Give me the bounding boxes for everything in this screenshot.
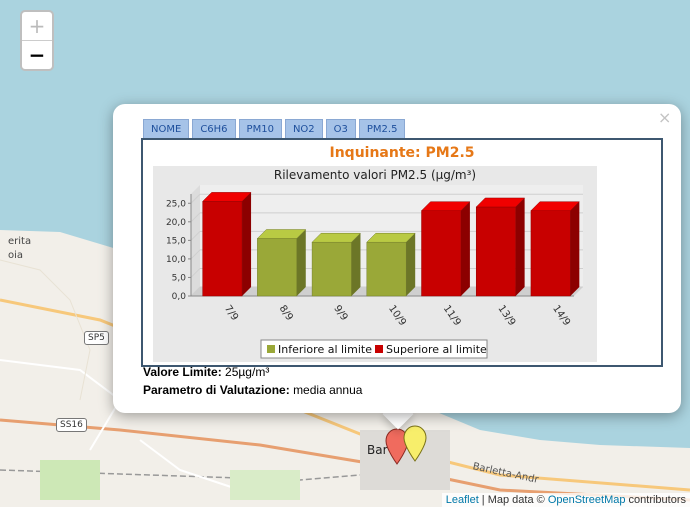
- pollutant-heading: Inquinante: PM2.5: [329, 145, 475, 161]
- parameter-label: Parametro di Valutazione:: [143, 383, 290, 397]
- bar-side: [570, 201, 580, 296]
- road-shield: SP5: [84, 331, 109, 345]
- legend-label: Superiore al limite: [386, 343, 487, 356]
- y-tick-label: 15,0: [166, 236, 186, 246]
- bar: [530, 210, 571, 297]
- bar: [421, 210, 462, 297]
- bar-side: [406, 233, 416, 296]
- osm-link[interactable]: OpenStreetMap: [548, 494, 626, 506]
- bar-side: [242, 192, 252, 296]
- zoom-in-button[interactable]: +: [22, 12, 52, 41]
- pollutant-tabs: NOME C6H6 PM10 NO2 O3 PM2.5: [143, 119, 408, 139]
- bar-side: [460, 201, 470, 296]
- tab-panel: Inquinante: PM2.5 Rilevamento valori PM2…: [141, 138, 663, 367]
- attribution-separator: | Map data ©: [478, 494, 548, 506]
- bar: [475, 206, 516, 297]
- bar: [311, 241, 352, 297]
- tab-pm10[interactable]: PM10: [238, 119, 282, 139]
- map-marker-yellow-icon[interactable]: [403, 425, 427, 463]
- tab-pm25[interactable]: PM2.5: [358, 119, 406, 139]
- parameter-value: media annua: [293, 383, 363, 397]
- limit-info: Valore Limite: 25µg/m³: [143, 365, 269, 379]
- legend-label: Inferiore al limite: [278, 343, 372, 356]
- limit-value: 25µg/m³: [225, 365, 270, 379]
- map-attribution: Leaflet | Map data © OpenStreetMap contr…: [441, 493, 690, 507]
- close-icon[interactable]: ×: [658, 108, 671, 127]
- bar: [257, 238, 298, 297]
- y-tick-label: 10,0: [166, 255, 186, 265]
- station-popup: × NOME C6H6 PM10 NO2 O3 PM2.5 Inquinante…: [113, 104, 681, 413]
- parameter-info: Parametro di Valutazione: media annua: [143, 383, 362, 397]
- tab-no2[interactable]: NO2: [284, 119, 323, 139]
- pm25-bar-chart: Rilevamento valori PM2.5 (µg/m³) 0,0 5,0 10…: [153, 166, 597, 362]
- legend-swatch: [375, 345, 383, 353]
- bar-side: [351, 233, 361, 296]
- limit-label: Valore Limite:: [143, 365, 222, 379]
- leaflet-link[interactable]: Leaflet: [446, 494, 479, 506]
- bar: [202, 201, 243, 297]
- chart-title: Rilevamento valori PM2.5 (µg/m³): [274, 168, 476, 182]
- bar: [366, 241, 407, 297]
- tab-nome[interactable]: NOME: [143, 119, 190, 139]
- zoom-out-button[interactable]: −: [22, 41, 52, 69]
- road-shield: SS16: [56, 418, 87, 432]
- place-label: erita: [8, 236, 32, 247]
- y-tick-label: 20,0: [166, 218, 186, 228]
- attribution-suffix: contributors: [625, 494, 686, 506]
- y-tick-label: 5,0: [172, 273, 187, 283]
- bar-side: [296, 229, 306, 296]
- y-tick-label: 25,0: [166, 199, 186, 209]
- zoom-control: + −: [20, 10, 54, 71]
- tab-c6h6[interactable]: C6H6: [192, 119, 236, 139]
- tab-o3[interactable]: O3: [325, 119, 356, 139]
- legend-swatch: [267, 345, 275, 353]
- y-tick-label: 0,0: [172, 292, 187, 302]
- place-label: oia: [8, 250, 24, 261]
- bar-side: [515, 197, 525, 296]
